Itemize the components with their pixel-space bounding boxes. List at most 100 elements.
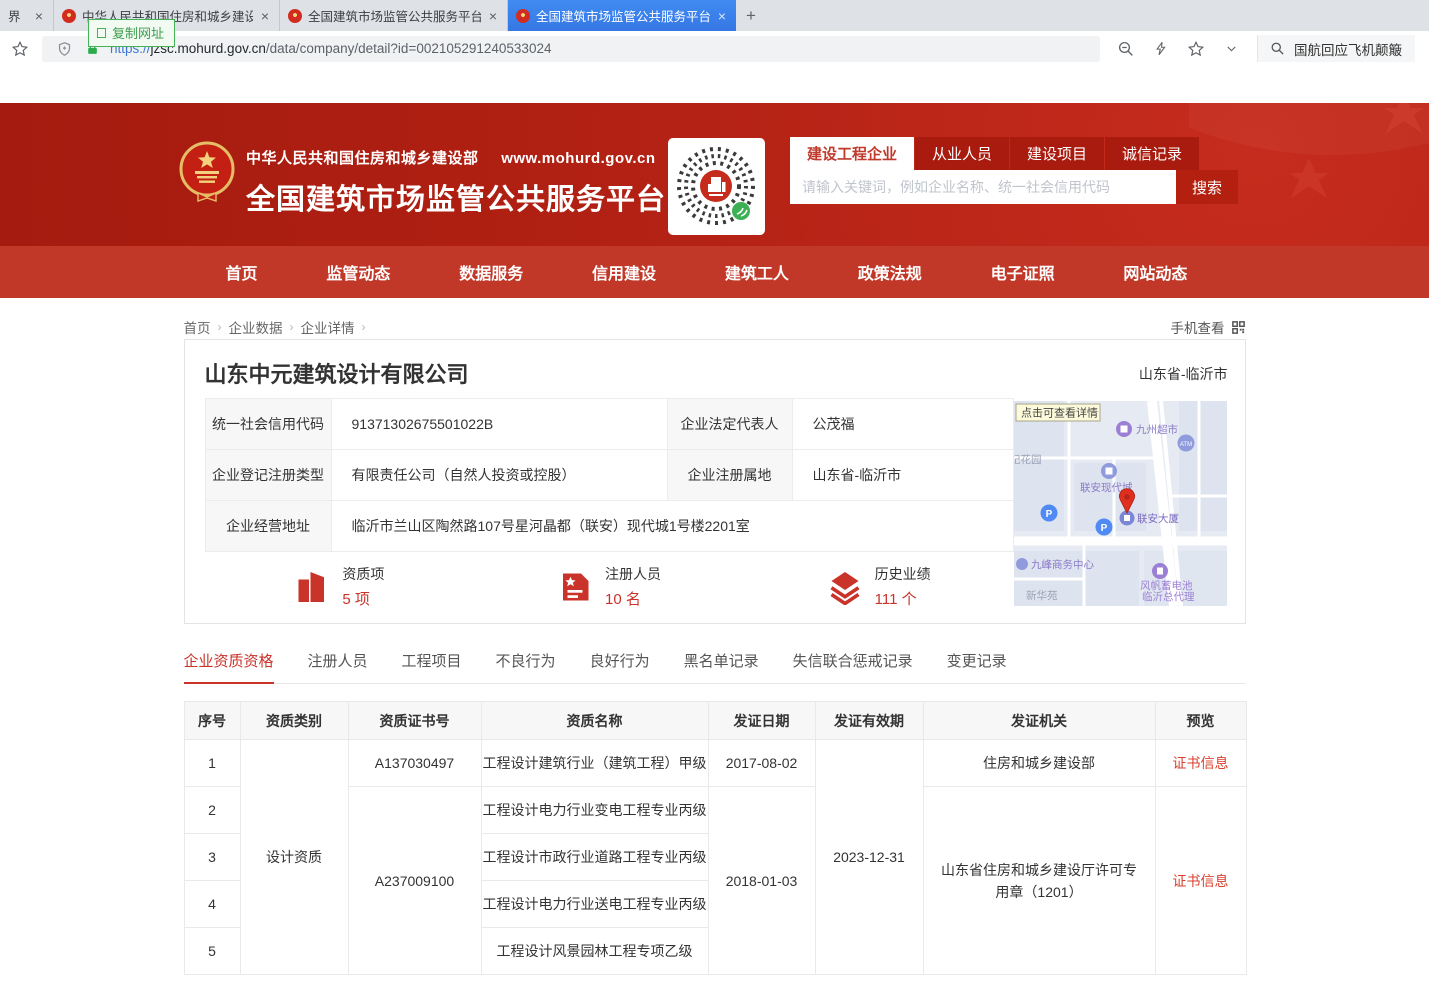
field-label: 企业经营地址 <box>205 501 331 552</box>
tab-dishonesty-records[interactable]: 失信联合惩戒记录 <box>793 650 913 683</box>
lightning-icon[interactable] <box>1151 39 1171 59</box>
cell-name: 工程设计电力行业送电工程专业丙级 <box>481 881 708 928</box>
search-category-tabs: 建设工程企业 从业人员 建设项目 诚信记录 <box>790 137 1238 170</box>
parking-icon: P <box>1100 523 1107 534</box>
close-icon[interactable]: × <box>487 9 499 23</box>
col-header: 资质类别 <box>240 702 348 740</box>
cell-issue-date: 2017-08-02 <box>708 740 815 787</box>
stat-registered-personnel[interactable]: 注册人员 10 名 <box>474 564 744 609</box>
tab-registered-personnel[interactable]: 注册人员 <box>308 650 368 683</box>
site-header: 中华人民共和国住房和城乡建设部 www.mohurd.gov.cn 全国建筑市场… <box>0 103 1429 246</box>
field-value: 山东省-临沂市 <box>792 450 1013 501</box>
new-tab-button[interactable]: + <box>736 0 766 31</box>
breadcrumb-enterprise-data[interactable]: 企业数据 <box>229 317 283 337</box>
zoom-out-icon[interactable] <box>1116 39 1136 59</box>
quick-search-box[interactable]: 国航回应飞机颠簸 <box>1257 35 1415 62</box>
mobile-view-link[interactable]: 手机查看 <box>1171 317 1246 337</box>
field-value: 91371302675501022B <box>331 399 667 450</box>
col-header: 预览 <box>1155 702 1246 740</box>
keyword-search-input[interactable] <box>790 170 1176 204</box>
tab-qualifications[interactable]: 企业资质资格 <box>184 650 274 684</box>
stat-value: 10 名 <box>605 588 661 609</box>
stat-qualifications[interactable]: 资质项 5 项 <box>205 564 475 609</box>
tab-bad-behavior[interactable]: 不良行为 <box>496 650 556 683</box>
company-info-table: 统一社会信用代码 91371302675501022B 企业法定代表人 公茂福 … <box>205 398 1014 552</box>
map-label-battery2: 临沂总代理 <box>1142 590 1195 603</box>
emblem-favicon-icon <box>516 9 530 23</box>
breadcrumb-separator: › <box>218 320 222 334</box>
cell-no: 4 <box>184 881 240 928</box>
nav-item-site-news[interactable]: 网站动态 <box>1123 260 1187 284</box>
tab-change-records[interactable]: 变更记录 <box>947 650 1007 683</box>
close-icon[interactable]: × <box>716 9 728 23</box>
field-value: 公茂福 <box>792 399 1013 450</box>
building-icon <box>294 569 330 605</box>
cell-name: 工程设计电力行业变电工程专业丙级 <box>481 787 708 834</box>
search-tab-project[interactable]: 建设项目 <box>1010 137 1104 170</box>
toolbar-icon-group <box>1112 39 1245 59</box>
tab-blacklist[interactable]: 黑名单记录 <box>684 650 759 683</box>
hot-search-text: 国航回应飞机颠簸 <box>1294 39 1402 59</box>
certificate-info-link[interactable]: 证书信息 <box>1155 740 1246 787</box>
layers-icon <box>827 569 863 605</box>
breadcrumb-enterprise-detail[interactable]: 企业详情 <box>301 317 355 337</box>
col-header: 发证有效期 <box>815 702 923 740</box>
header-search-module: 建设工程企业 从业人员 建设项目 诚信记录 搜索 <box>790 137 1238 204</box>
close-icon[interactable]: × <box>259 9 271 23</box>
nav-item-e-license[interactable]: 电子证照 <box>991 260 1055 284</box>
cell-name: 工程设计建筑行业（建筑工程）甲级 <box>481 740 708 787</box>
nav-item-credit[interactable]: 信用建设 <box>592 260 656 284</box>
breadcrumb: 首页 › 企业数据 › 企业详情 › <box>184 317 366 337</box>
bookmark-star-icon[interactable] <box>10 39 30 59</box>
stat-history-performance[interactable]: 历史业绩 111 个 <box>744 564 1014 609</box>
browser-window: 界 × 中华人民共和国住房和城乡建设 × 全国建筑市场监管公共服务平台 × 全国… <box>0 0 1429 996</box>
nav-item-supervision[interactable]: 监管动态 <box>326 260 390 284</box>
nav-item-data-service[interactable]: 数据服务 <box>459 260 523 284</box>
map-label-garden: 纪花园 <box>1014 453 1042 466</box>
cell-validity: 2023-12-31 <box>815 740 923 975</box>
nav-item-workers[interactable]: 建筑工人 <box>725 260 789 284</box>
cell-category: 设计资质 <box>240 740 348 975</box>
breadcrumb-home[interactable]: 首页 <box>184 317 211 337</box>
search-button[interactable]: 搜索 <box>1176 170 1238 204</box>
col-header: 发证日期 <box>708 702 815 740</box>
col-header: 发证机关 <box>923 702 1155 740</box>
company-region: 山东省-临沂市 <box>1139 364 1228 384</box>
cell-no: 2 <box>184 787 240 834</box>
company-summary-card: 山东中元建筑设计有限公司 山东省-临沂市 统一社会信用代码 9137130267… <box>184 339 1246 624</box>
nav-item-home[interactable]: 首页 <box>226 260 258 284</box>
search-tab-personnel[interactable]: 从业人员 <box>915 137 1009 170</box>
ministry-name: 中华人民共和国住房和城乡建设部 <box>246 150 479 167</box>
search-tab-enterprise[interactable]: 建设工程企业 <box>790 137 914 170</box>
map-label-atm: ATM <box>1179 442 1191 448</box>
field-label: 企业注册属地 <box>667 450 792 501</box>
nav-item-policy[interactable]: 政策法规 <box>858 260 922 284</box>
browser-tab-2[interactable]: 全国建筑市场监管公共服务平台 × <box>280 0 508 31</box>
stat-label: 资质项 <box>342 564 384 584</box>
national-emblem-logo <box>178 141 236 203</box>
chevron-down-icon[interactable] <box>1221 39 1241 59</box>
browser-tab-active[interactable]: 全国建筑市场监管公共服务平台 × <box>508 0 736 31</box>
tab-good-behavior[interactable]: 良好行为 <box>590 650 650 683</box>
field-value: 有限责任公司（自然人投资或控股） <box>331 450 667 501</box>
url-bar[interactable]: https://jzsc.mohurd.gov.cn/data/company/… <box>42 36 1100 62</box>
close-icon[interactable]: × <box>33 9 45 23</box>
col-header: 资质名称 <box>481 702 708 740</box>
search-tab-credit[interactable]: 诚信记录 <box>1105 137 1199 170</box>
map-label-business-center: 九峰商务中心 <box>1031 558 1094 571</box>
col-header: 资质证书号 <box>348 702 481 740</box>
shield-icon[interactable] <box>54 39 74 59</box>
browser-toolbar: https://jzsc.mohurd.gov.cn/data/company/… <box>0 31 1429 66</box>
certificate-info-link[interactable]: 证书信息 <box>1155 787 1246 975</box>
copy-url-tooltip[interactable]: 复制网址 <box>88 19 175 47</box>
browser-tab-0[interactable]: 界 × <box>0 0 54 31</box>
company-name: 山东中元建筑设计有限公司 <box>185 340 1245 389</box>
stat-label: 注册人员 <box>605 564 661 584</box>
emblem-favicon-icon <box>62 9 76 23</box>
favorite-star-icon[interactable] <box>1186 39 1206 59</box>
location-map[interactable]: 九州超市 ATM 纪花园 联安现代城 联安大厦 P P 九峰商务中心 风帆蓄电池 <box>1014 401 1227 606</box>
field-value: 临沂市兰山区陶然路107号星河晶都（联安）现代城1号楼2201室 <box>331 501 1013 552</box>
tab-projects[interactable]: 工程项目 <box>402 650 462 683</box>
stat-value: 111 个 <box>875 588 931 609</box>
platform-title: 全国建筑市场监管公共服务平台 <box>246 176 666 218</box>
